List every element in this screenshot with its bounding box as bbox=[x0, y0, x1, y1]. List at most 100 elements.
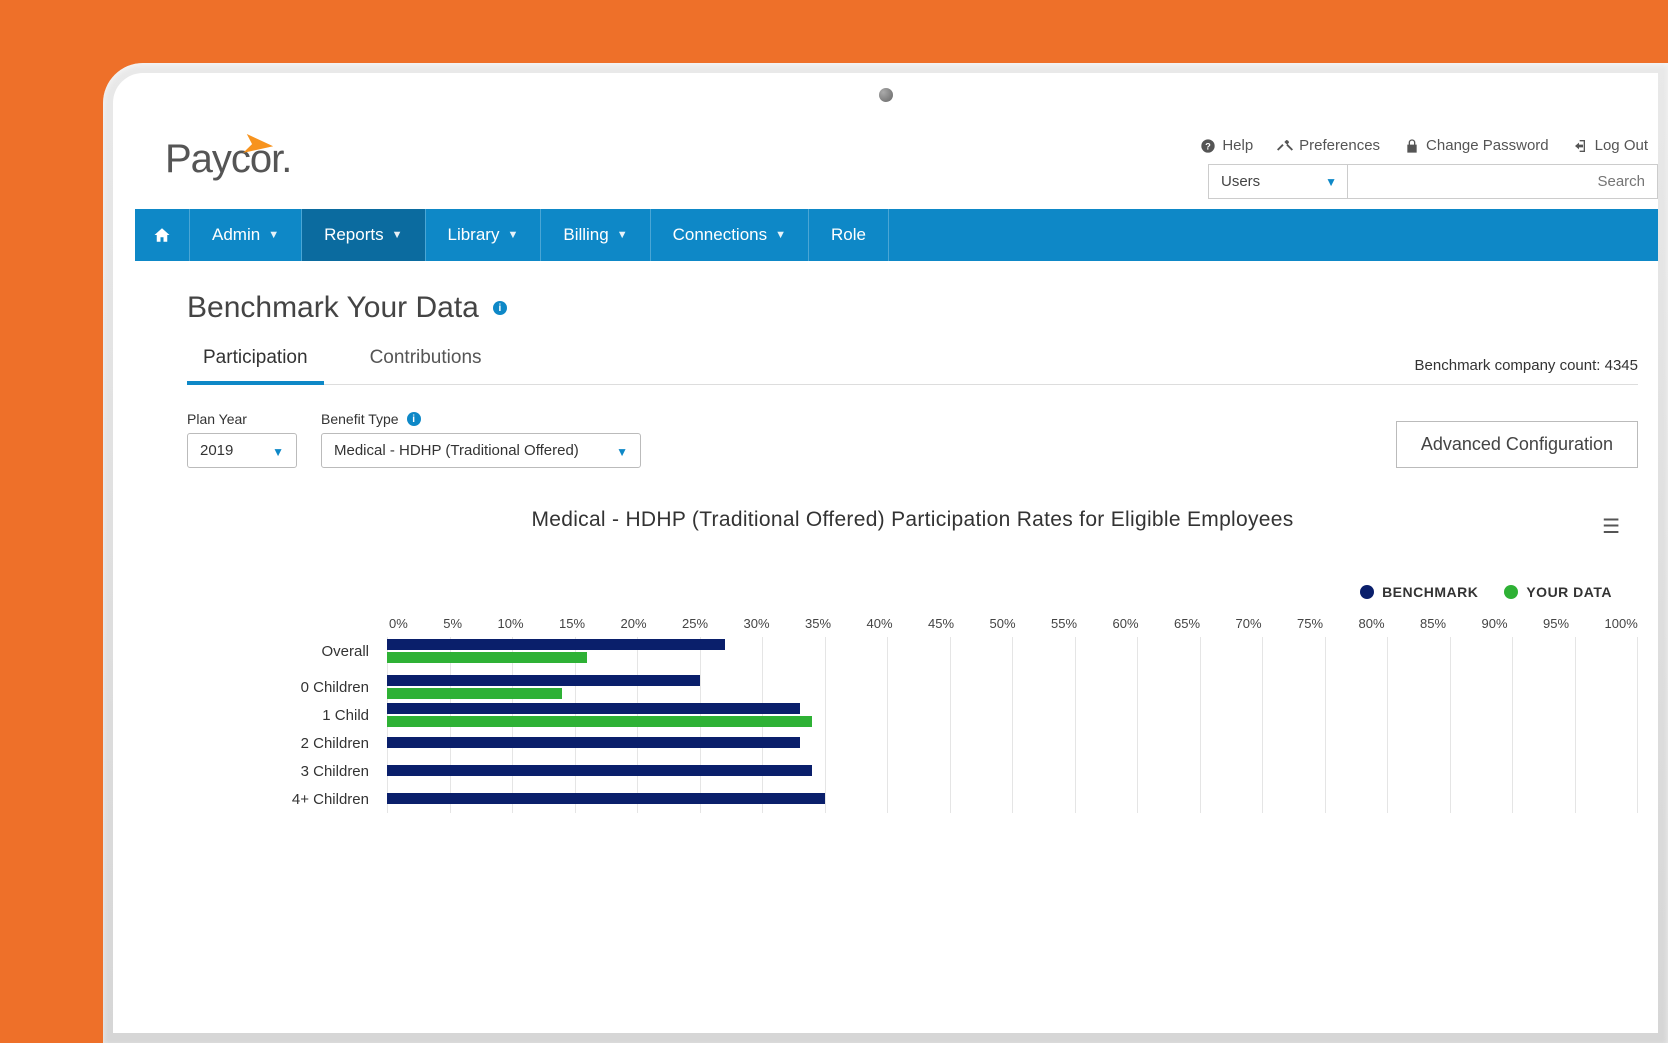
x-tick: 85% bbox=[1420, 616, 1446, 631]
search-input-wrap bbox=[1348, 164, 1658, 199]
search-scope-dropdown[interactable]: Users ▼ bbox=[1208, 164, 1348, 199]
chart: Medical - HDHP (Traditional Offered) Par… bbox=[187, 508, 1638, 813]
chart-title: Medical - HDHP (Traditional Offered) Par… bbox=[187, 508, 1638, 532]
chart-menu-icon[interactable]: ☰ bbox=[1602, 514, 1620, 539]
x-tick: 30% bbox=[744, 616, 770, 631]
chevron-down-icon: ▼ bbox=[507, 229, 518, 241]
x-tick: 55% bbox=[1051, 616, 1077, 631]
x-tick: 60% bbox=[1113, 616, 1139, 631]
bar-your-data bbox=[387, 652, 587, 663]
chevron-down-icon: ▼ bbox=[392, 229, 403, 241]
svg-text:?: ? bbox=[1205, 141, 1211, 151]
app-root: ➤ Paycor. ? Help Preferences bbox=[135, 125, 1658, 1033]
chevron-down-icon: ▼ bbox=[616, 445, 628, 459]
change-password-label: Change Password bbox=[1426, 137, 1549, 154]
top-bar: ➤ Paycor. ? Help Preferences bbox=[135, 125, 1658, 209]
benchmark-count: Benchmark company count: 4345 bbox=[1415, 357, 1638, 384]
swatch-icon bbox=[1504, 585, 1518, 599]
help-label: Help bbox=[1222, 137, 1253, 154]
chevron-down-icon: ▼ bbox=[775, 229, 786, 241]
category-label: 1 Child bbox=[187, 707, 387, 724]
x-tick: 0% bbox=[389, 616, 408, 631]
nav-library[interactable]: Library▼ bbox=[426, 209, 541, 261]
logout-icon bbox=[1573, 138, 1589, 154]
device-frame: ➤ Paycor. ? Help Preferences bbox=[103, 63, 1668, 1043]
nav-home[interactable] bbox=[135, 209, 189, 261]
chart-row: 3 Children bbox=[187, 757, 1638, 785]
plan-year-value: 2019 bbox=[200, 442, 233, 459]
chart-row: 2 Children bbox=[187, 729, 1638, 757]
swatch-icon bbox=[1360, 585, 1374, 599]
tab-participation[interactable]: Participation bbox=[187, 347, 324, 385]
category-label: 0 Children bbox=[187, 679, 387, 696]
search-row: Users ▼ bbox=[1208, 164, 1658, 199]
x-tick: 20% bbox=[621, 616, 647, 631]
camera-icon bbox=[879, 88, 893, 102]
x-tick: 45% bbox=[928, 616, 954, 631]
content-area: Benchmark Your Data i Participation Cont… bbox=[135, 261, 1658, 813]
x-tick: 75% bbox=[1297, 616, 1323, 631]
search-input[interactable] bbox=[1360, 173, 1645, 190]
bar-benchmark bbox=[387, 765, 812, 776]
legend-benchmark: BENCHMARK bbox=[1360, 584, 1478, 600]
info-icon[interactable]: i bbox=[407, 412, 421, 426]
help-link[interactable]: ? Help bbox=[1200, 137, 1253, 154]
legend-your-data: YOUR DATA bbox=[1504, 584, 1612, 600]
advanced-configuration-button[interactable]: Advanced Configuration bbox=[1396, 421, 1638, 468]
tabs: Participation Contributions bbox=[187, 347, 498, 384]
x-axis-ticks: 0% 5% 10% 15% 20% 25% 30% 35% 40% 45% 50% 55% 60% 65%… bbox=[187, 616, 1638, 631]
x-tick: 95% bbox=[1543, 616, 1569, 631]
bar-benchmark bbox=[387, 639, 725, 650]
tools-icon bbox=[1277, 138, 1293, 154]
chevron-down-icon: ▼ bbox=[272, 445, 284, 459]
category-label: Overall bbox=[187, 643, 387, 660]
x-tick: 35% bbox=[805, 616, 831, 631]
bar-benchmark bbox=[387, 703, 800, 714]
preferences-link[interactable]: Preferences bbox=[1277, 137, 1380, 154]
filter-benefit-type: Benefit Type i Medical - HDHP (Tradition… bbox=[321, 411, 641, 468]
x-tick: 70% bbox=[1236, 616, 1262, 631]
help-icon: ? bbox=[1200, 138, 1216, 154]
bar-benchmark bbox=[387, 675, 700, 686]
utility-links: ? Help Preferences Change Password bbox=[1200, 137, 1658, 154]
change-password-link[interactable]: Change Password bbox=[1404, 137, 1549, 154]
category-label: 3 Children bbox=[187, 763, 387, 780]
chevron-down-icon: ▼ bbox=[1325, 175, 1337, 189]
page-title: Benchmark Your Data bbox=[187, 291, 479, 325]
chart-row: Overall bbox=[187, 637, 1638, 665]
log-out-link[interactable]: Log Out bbox=[1573, 137, 1648, 154]
nav-billing[interactable]: Billing▼ bbox=[541, 209, 649, 261]
chart-row: 0 Children bbox=[187, 673, 1638, 701]
x-tick: 5% bbox=[443, 616, 462, 631]
x-tick: 25% bbox=[682, 616, 708, 631]
device-screen: ➤ Paycor. ? Help Preferences bbox=[113, 73, 1658, 1033]
benefit-type-select[interactable]: Medical - HDHP (Traditional Offered) ▼ bbox=[321, 433, 641, 468]
lock-icon bbox=[1404, 138, 1420, 154]
nav-reports[interactable]: Reports▼ bbox=[302, 209, 424, 261]
x-tick: 50% bbox=[990, 616, 1016, 631]
bar-your-data bbox=[387, 716, 812, 727]
brand-logo: ➤ Paycor. bbox=[165, 137, 291, 182]
preferences-label: Preferences bbox=[1299, 137, 1380, 154]
info-icon[interactable]: i bbox=[493, 301, 507, 315]
benefit-type-value: Medical - HDHP (Traditional Offered) bbox=[334, 442, 579, 459]
x-tick: 15% bbox=[559, 616, 585, 631]
nav-role[interactable]: Role bbox=[809, 209, 888, 261]
x-tick: 90% bbox=[1482, 616, 1508, 631]
nav-admin[interactable]: Admin▼ bbox=[190, 209, 301, 261]
x-tick: 80% bbox=[1359, 616, 1385, 631]
chevron-down-icon: ▼ bbox=[617, 229, 628, 241]
chart-plot: Overall 0 Children 1 Child 2 Children 3 Chil… bbox=[187, 637, 1638, 813]
nav-connections[interactable]: Connections▼ bbox=[651, 209, 808, 261]
plan-year-select[interactable]: 2019 ▼ bbox=[187, 433, 297, 468]
home-icon bbox=[153, 226, 171, 244]
category-label: 2 Children bbox=[187, 735, 387, 752]
x-tick: 65% bbox=[1174, 616, 1200, 631]
main-nav: Admin▼ Reports▼ Library▼ Billing▼ Connec… bbox=[135, 209, 1658, 261]
x-tick: 40% bbox=[867, 616, 893, 631]
x-tick: 10% bbox=[498, 616, 524, 631]
tab-contributions[interactable]: Contributions bbox=[354, 347, 498, 384]
chevron-down-icon: ▼ bbox=[268, 229, 279, 241]
bar-your-data bbox=[387, 688, 562, 699]
chart-legend: BENCHMARK YOUR DATA bbox=[187, 584, 1638, 600]
